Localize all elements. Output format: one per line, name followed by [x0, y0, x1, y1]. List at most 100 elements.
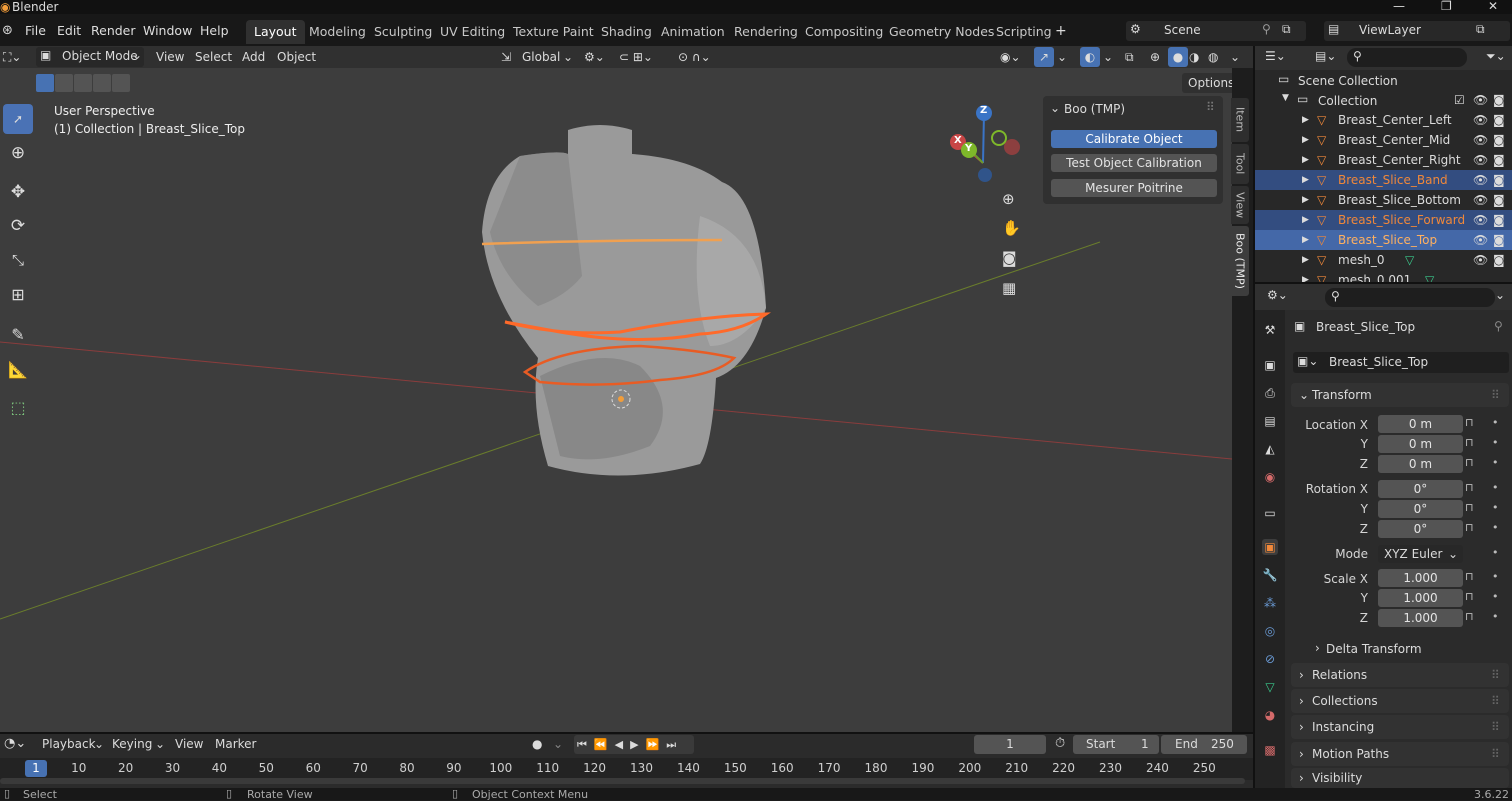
visibility-icon[interactable]: ◉⌄	[1000, 48, 1021, 66]
gizmo-chevron-icon[interactable]: ⌄	[1057, 48, 1067, 66]
physics-tab-icon[interactable]: ◎	[1262, 623, 1278, 639]
pivot-icon[interactable]: ⚙⌄	[584, 48, 605, 66]
motion-paths-panel-header[interactable]: › Motion Paths ⠿	[1291, 742, 1509, 766]
camera-icon[interactable]: ◙	[1493, 170, 1505, 190]
camera-icon[interactable]: ◙	[1493, 210, 1505, 230]
tab-shading[interactable]: Shading	[593, 20, 660, 44]
view-layer-tab-icon[interactable]: ▤	[1262, 413, 1278, 429]
record-options-icon[interactable]: ⌄	[553, 737, 563, 751]
end-frame-field[interactable]: End 250	[1161, 735, 1247, 754]
blender-menu-icon[interactable]: ⊛	[2, 23, 13, 38]
eye-icon[interactable]: 👁	[1473, 230, 1488, 250]
menu-file[interactable]: File	[25, 23, 46, 38]
test-object-calibration-button[interactable]: Test Object Calibration	[1051, 154, 1217, 172]
outliner-row[interactable]: ▶ ▽ Breast_Center_Right 👁 ◙	[1255, 150, 1512, 170]
expand-icon[interactable]: ▶	[1302, 270, 1309, 282]
display-mode-icon[interactable]: ▤⌄	[1315, 49, 1336, 63]
orientation-chevron-icon[interactable]: ⌄	[563, 48, 573, 66]
drag-handle-icon[interactable]: ⠿	[1491, 663, 1500, 687]
gizmo-y-label[interactable]: Y	[965, 143, 972, 154]
wireframe-shading-icon[interactable]: ⊕	[1150, 48, 1160, 66]
properties-options-icon[interactable]: ⌄	[1495, 288, 1505, 302]
lock-icon[interactable]: ⊓	[1465, 590, 1474, 603]
expand-icon[interactable]: ▶	[1302, 110, 1309, 130]
instancing-panel-header[interactable]: › Instancing ⠿	[1291, 715, 1509, 739]
timeline-menu-playback[interactable]: Playback	[42, 737, 96, 751]
collection-expand-icon[interactable]: ▼	[1282, 93, 1289, 103]
camera-icon[interactable]: ◙	[1493, 190, 1505, 210]
outliner-editor-icon[interactable]: ☰⌄	[1265, 49, 1286, 63]
rendered-shading-icon[interactable]: ◍	[1208, 48, 1218, 66]
particles-tab-icon[interactable]: ⁂	[1262, 595, 1278, 611]
menu-select[interactable]: Select	[195, 48, 232, 66]
stopwatch-icon[interactable]: ⏱	[1055, 736, 1065, 751]
scene-collection-label[interactable]: Scene Collection	[1298, 74, 1398, 88]
location-x-field[interactable]: 0 m	[1378, 415, 1463, 433]
zoom-icon[interactable]: ⊕	[1002, 190, 1015, 208]
keyframe-dot-icon[interactable]: •	[1492, 456, 1499, 469]
keyframe-dot-icon[interactable]: •	[1492, 570, 1499, 583]
collections-panel-header[interactable]: › Collections ⠿	[1291, 689, 1509, 713]
tab-compositing[interactable]: Compositing	[797, 20, 891, 44]
lock-icon[interactable]: ⊓	[1465, 521, 1474, 534]
keyframe-dot-icon[interactable]: •	[1492, 546, 1499, 559]
drag-handle-icon[interactable]: ⠿	[1206, 100, 1215, 114]
eye-icon[interactable]: 👁	[1473, 190, 1488, 210]
keyframe-dot-icon[interactable]: •	[1492, 590, 1499, 603]
outliner-row[interactable]: ▶ ▽ Breast_Slice_Top 👁 ◙	[1255, 230, 1512, 250]
scale-tool[interactable]: ⤡	[3, 245, 33, 275]
add-cube-tool[interactable]: ⬚	[3, 392, 33, 422]
gizmo-toggle-icon[interactable]: ↗	[1034, 47, 1054, 67]
lock-icon[interactable]: ⊓	[1465, 416, 1474, 429]
timeline-scrollbar[interactable]	[0, 778, 1245, 784]
tab-modeling[interactable]: Modeling	[301, 20, 374, 44]
expand-icon[interactable]: ▶	[1302, 210, 1309, 230]
tab-uv-editing[interactable]: UV Editing	[432, 20, 513, 44]
rotation-y-field[interactable]: 0°	[1378, 500, 1463, 518]
camera-icon[interactable]: ◙	[1493, 150, 1505, 170]
keyframe-dot-icon[interactable]: •	[1492, 610, 1499, 623]
scale-x-field[interactable]: 1.000	[1378, 569, 1463, 587]
pin-icon[interactable]: ⚲	[1262, 22, 1271, 36]
measure-tool[interactable]: 📐	[3, 354, 33, 384]
select-extend-icon[interactable]	[55, 74, 73, 92]
editor-type-icon[interactable]: ⛶⌄	[3, 48, 21, 66]
select-new-icon[interactable]	[36, 74, 54, 92]
npanel-tab-view[interactable]: View	[1231, 186, 1249, 224]
outliner-row[interactable]: ▶ ▽ Breast_Slice_Forward 👁 ◙	[1255, 210, 1512, 230]
eye-icon[interactable]: 👁	[1473, 250, 1488, 270]
proportional-edit-icon[interactable]: ⊙ ∩⌄	[678, 48, 711, 66]
tab-texture-paint[interactable]: Texture Paint	[505, 20, 602, 44]
drag-handle-icon[interactable]: ⠿	[1491, 383, 1500, 407]
grid-ortho-icon[interactable]: ▦	[1002, 279, 1016, 297]
menu-add[interactable]: Add	[242, 48, 265, 66]
scene-selector[interactable]: ⚙ Scene ⚲ ⧉	[1126, 21, 1306, 41]
scale-z-field[interactable]: 1.000	[1378, 609, 1463, 627]
camera-icon[interactable]: ◙	[1493, 130, 1505, 150]
modifier-tab-icon[interactable]: 🔧	[1262, 567, 1278, 583]
world-tab-icon[interactable]: ◉	[1262, 469, 1278, 485]
transform-tool[interactable]: ⊞	[3, 279, 33, 309]
eye-icon[interactable]: 👁	[1473, 130, 1488, 150]
data-tab-icon[interactable]: ▽	[1262, 679, 1278, 695]
outliner-row[interactable]: ▶ ▽ Breast_Slice_Band 👁 ◙	[1255, 170, 1512, 190]
keyframe-dot-icon[interactable]: •	[1492, 436, 1499, 449]
relations-panel-header[interactable]: › Relations ⠿	[1291, 663, 1509, 687]
options-dropdown[interactable]: Options ⌄	[1182, 73, 1232, 110]
panel-collapse-icon[interactable]: ⌄	[1050, 101, 1060, 115]
camera-icon[interactable]: ◙	[1493, 250, 1505, 270]
select-intersect-icon[interactable]	[112, 74, 130, 92]
keyframe-dot-icon[interactable]: •	[1492, 501, 1499, 514]
timeline-menu-keying[interactable]: Keying	[112, 737, 152, 751]
select-box-tool[interactable]: ➚	[3, 104, 33, 134]
camera-icon[interactable]: ◙	[1493, 230, 1505, 250]
visibility-panel-header[interactable]: › Visibility	[1291, 768, 1509, 788]
lock-icon[interactable]: ⊓	[1465, 436, 1474, 449]
collection-label[interactable]: Collection	[1318, 94, 1377, 108]
menu-edit[interactable]: Edit	[57, 23, 81, 38]
area-divider[interactable]	[1255, 282, 1512, 284]
area-divider[interactable]	[1253, 46, 1255, 788]
shading-chevron-icon[interactable]: ⌄	[1230, 48, 1240, 66]
annotate-tool[interactable]: ✎	[3, 319, 33, 349]
tool-tab-icon[interactable]: ⚒	[1262, 322, 1278, 338]
